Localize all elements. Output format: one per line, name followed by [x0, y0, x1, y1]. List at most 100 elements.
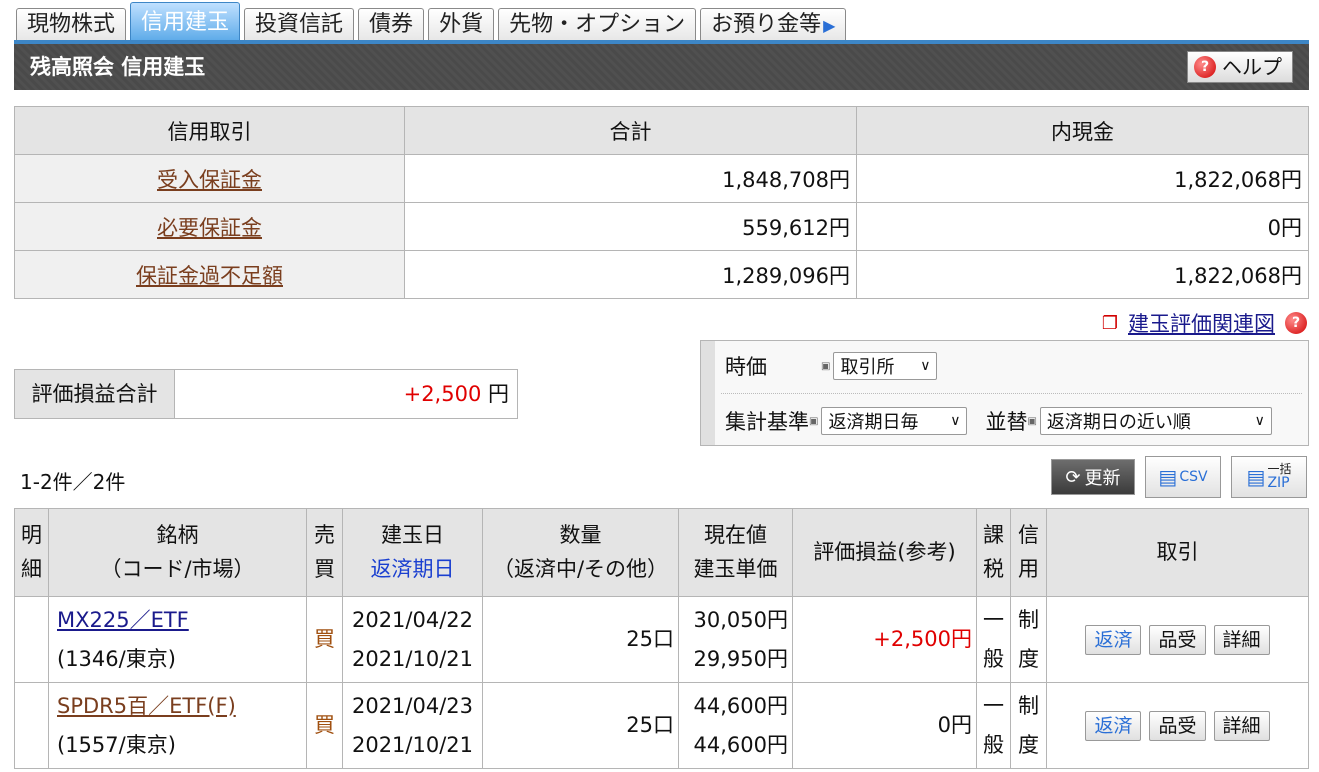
pl-total-unit: 円: [488, 382, 509, 406]
security-name-link[interactable]: MX225／ETF: [57, 608, 189, 632]
csv-download-button[interactable]: ▤ CSV: [1145, 456, 1221, 498]
tab-gaika[interactable]: 外貨: [428, 8, 495, 42]
current-price: 44,600円: [693, 693, 788, 718]
delivery-button[interactable]: 品受: [1149, 710, 1206, 741]
col-name: 銘柄 （コード/市場）: [48, 508, 307, 597]
refresh-icon: ⟳: [1065, 466, 1081, 488]
price-source-value: 取引所: [840, 357, 895, 378]
sort-label: 並替: [985, 410, 1028, 434]
margin-summary-table: 信用取引 合計 内現金 受入保証金 1,848,708円 1,822,068円 …: [14, 106, 1309, 299]
tab-more-arrow-icon[interactable]: ▶: [823, 16, 835, 35]
csv-label: CSV: [1179, 469, 1208, 485]
col-price: 現在値 建玉単価: [678, 508, 793, 597]
unrealized-pl: 0円: [792, 682, 977, 769]
tab-futures-options[interactable]: 先物・オプション: [498, 8, 697, 42]
update-label: 更新: [1084, 468, 1121, 489]
csv-icon: ▤: [1158, 465, 1178, 489]
due-date: 2021/10/21: [351, 732, 474, 757]
col-pl: 評価損益(参考): [792, 508, 977, 597]
margin-surplus-link[interactable]: 保証金過不足額: [136, 264, 283, 288]
zip-download-button[interactable]: ▤ 一括 ZIP: [1231, 456, 1307, 498]
question-icon[interactable]: ?: [1285, 312, 1307, 334]
tab-deposits[interactable]: お預り金等 ▶: [700, 8, 847, 42]
filter-panel: 時価 ▣ 取引所 ∨ 集計基準 ▣ 返済期日毎 ∨ 並替 ▣ 返済期日の近い順 ∨: [700, 340, 1309, 446]
detail-button[interactable]: 詳細: [1213, 710, 1270, 741]
toolbar: ⟳ 更新 ▤ CSV ▤ 一括 ZIP: [1051, 456, 1307, 498]
basis-label: 集計基準: [725, 410, 809, 434]
col-side: 売買: [306, 508, 343, 597]
zip-label: ZIP: [1267, 474, 1290, 491]
sort-select[interactable]: 返済期日の近い順 ∨: [1039, 407, 1272, 435]
security-code: (1557/東京): [57, 732, 176, 757]
unrealized-pl: +2,500円: [792, 596, 977, 683]
summary-header-total: 合計: [404, 106, 857, 155]
positions-table: 明細 銘柄 （コード/市場） 売買 建玉日 返済期日 数量 （返済中/その他） 現在値…: [14, 508, 1309, 769]
side-cell: 買: [306, 596, 343, 683]
new-window-icon: ❐: [1101, 312, 1118, 334]
price-label: 時価: [725, 355, 767, 379]
received-margin-cash: 1,822,068円: [856, 154, 1309, 203]
detail-cell: [14, 596, 49, 683]
quantity: 25口: [482, 682, 679, 769]
bullet-icon: ▣: [809, 415, 819, 427]
pl-total-label: 評価損益合計: [15, 370, 175, 418]
chevron-down-icon: ∨: [920, 358, 931, 374]
col-action: 取引: [1046, 508, 1309, 597]
delivery-button[interactable]: 品受: [1149, 624, 1206, 655]
zip-icon: ▤: [1246, 465, 1266, 489]
pl-total-box: 評価損益合計 +2,500 円: [14, 369, 518, 419]
filter-divider: [721, 393, 1302, 394]
sort-value: 返済期日の近い順: [1046, 412, 1191, 433]
tab-saiken[interactable]: 債券: [358, 8, 425, 42]
table-row: SPDR5百／ETF(F) (1557/東京) 買 2021/04/23 2021…: [14, 682, 1309, 769]
required-margin-cash: 0円: [856, 202, 1309, 251]
repay-button[interactable]: 返済: [1085, 624, 1142, 655]
tab-deposits-label: お預り金等: [711, 12, 822, 37]
tab-toushin[interactable]: 投資信託: [244, 8, 355, 42]
filter-panel-bar: [701, 341, 715, 445]
help-label: ヘルプ: [1222, 55, 1282, 79]
col-tax: 課税: [976, 508, 1011, 597]
margin-surplus-cash: 1,822,068円: [856, 250, 1309, 299]
received-margin-total: 1,848,708円: [404, 154, 857, 203]
help-button[interactable]: ? ヘルプ: [1187, 51, 1293, 83]
tab-genbutsu[interactable]: 現物株式: [16, 8, 127, 42]
summary-row: 保証金過不足額 1,289,096円 1,822,068円: [14, 250, 1309, 299]
question-icon: ?: [1194, 56, 1216, 78]
col-qty: 数量 （返済中/その他）: [482, 508, 679, 597]
col-detail: 明細: [14, 508, 49, 597]
required-margin-total: 559,612円: [404, 202, 857, 251]
update-button[interactable]: ⟳ 更新: [1051, 459, 1135, 495]
table-row: MX225／ETF (1346/東京) 買 2021/04/22 2021/10/…: [14, 596, 1309, 683]
col-credit: 信用: [1010, 508, 1047, 597]
open-date: 2021/04/22: [351, 607, 474, 632]
open-price: 44,600円: [693, 732, 788, 757]
received-margin-link[interactable]: 受入保証金: [157, 168, 262, 192]
bullet-icon: ▣: [821, 360, 831, 372]
security-name-link[interactable]: SPDR5百／ETF(F): [57, 694, 236, 718]
side-cell: 買: [306, 682, 343, 769]
position-valuation-chart-link[interactable]: 建玉評価関連図: [1128, 308, 1275, 338]
tab-shinyo[interactable]: 信用建玉: [130, 2, 241, 42]
current-price: 30,050円: [693, 607, 788, 632]
col-date: 建玉日 返済期日: [342, 508, 483, 597]
pl-total-value: +2,500: [403, 382, 482, 406]
related-chart-area: ❐ 建玉評価関連図 ?: [1102, 308, 1307, 338]
price-source-select[interactable]: 取引所 ∨: [833, 352, 938, 380]
open-date: 2021/04/23: [351, 693, 474, 718]
security-code: (1346/東京): [57, 646, 176, 671]
detail-button[interactable]: 詳細: [1213, 624, 1270, 655]
required-margin-link[interactable]: 必要保証金: [157, 216, 262, 240]
basis-row: 集計基準 ▣ 返済期日毎 ∨ 並替 ▣ 返済期日の近い順 ∨: [725, 406, 1272, 436]
product-tabs: 現物株式 信用建玉 投資信託 債券 外貨 先物・オプション お預り金等 ▶: [16, 2, 847, 42]
summary-row: 受入保証金 1,848,708円 1,822,068円: [14, 154, 1309, 203]
zip-top-label: 一括: [1267, 461, 1292, 476]
page-title: 残高照会 信用建玉: [30, 55, 206, 79]
margin-surplus-total: 1,289,096円: [404, 250, 857, 299]
price-row: 時価 ▣ 取引所 ∨: [725, 351, 938, 381]
basis-select[interactable]: 返済期日毎 ∨: [821, 407, 968, 435]
open-price: 29,950円: [693, 646, 788, 671]
table-header-row: 明細 銘柄 （コード/市場） 売買 建玉日 返済期日 数量 （返済中/その他） 現在値…: [14, 508, 1309, 597]
repay-button[interactable]: 返済: [1085, 710, 1142, 741]
summary-row: 必要保証金 559,612円 0円: [14, 202, 1309, 251]
